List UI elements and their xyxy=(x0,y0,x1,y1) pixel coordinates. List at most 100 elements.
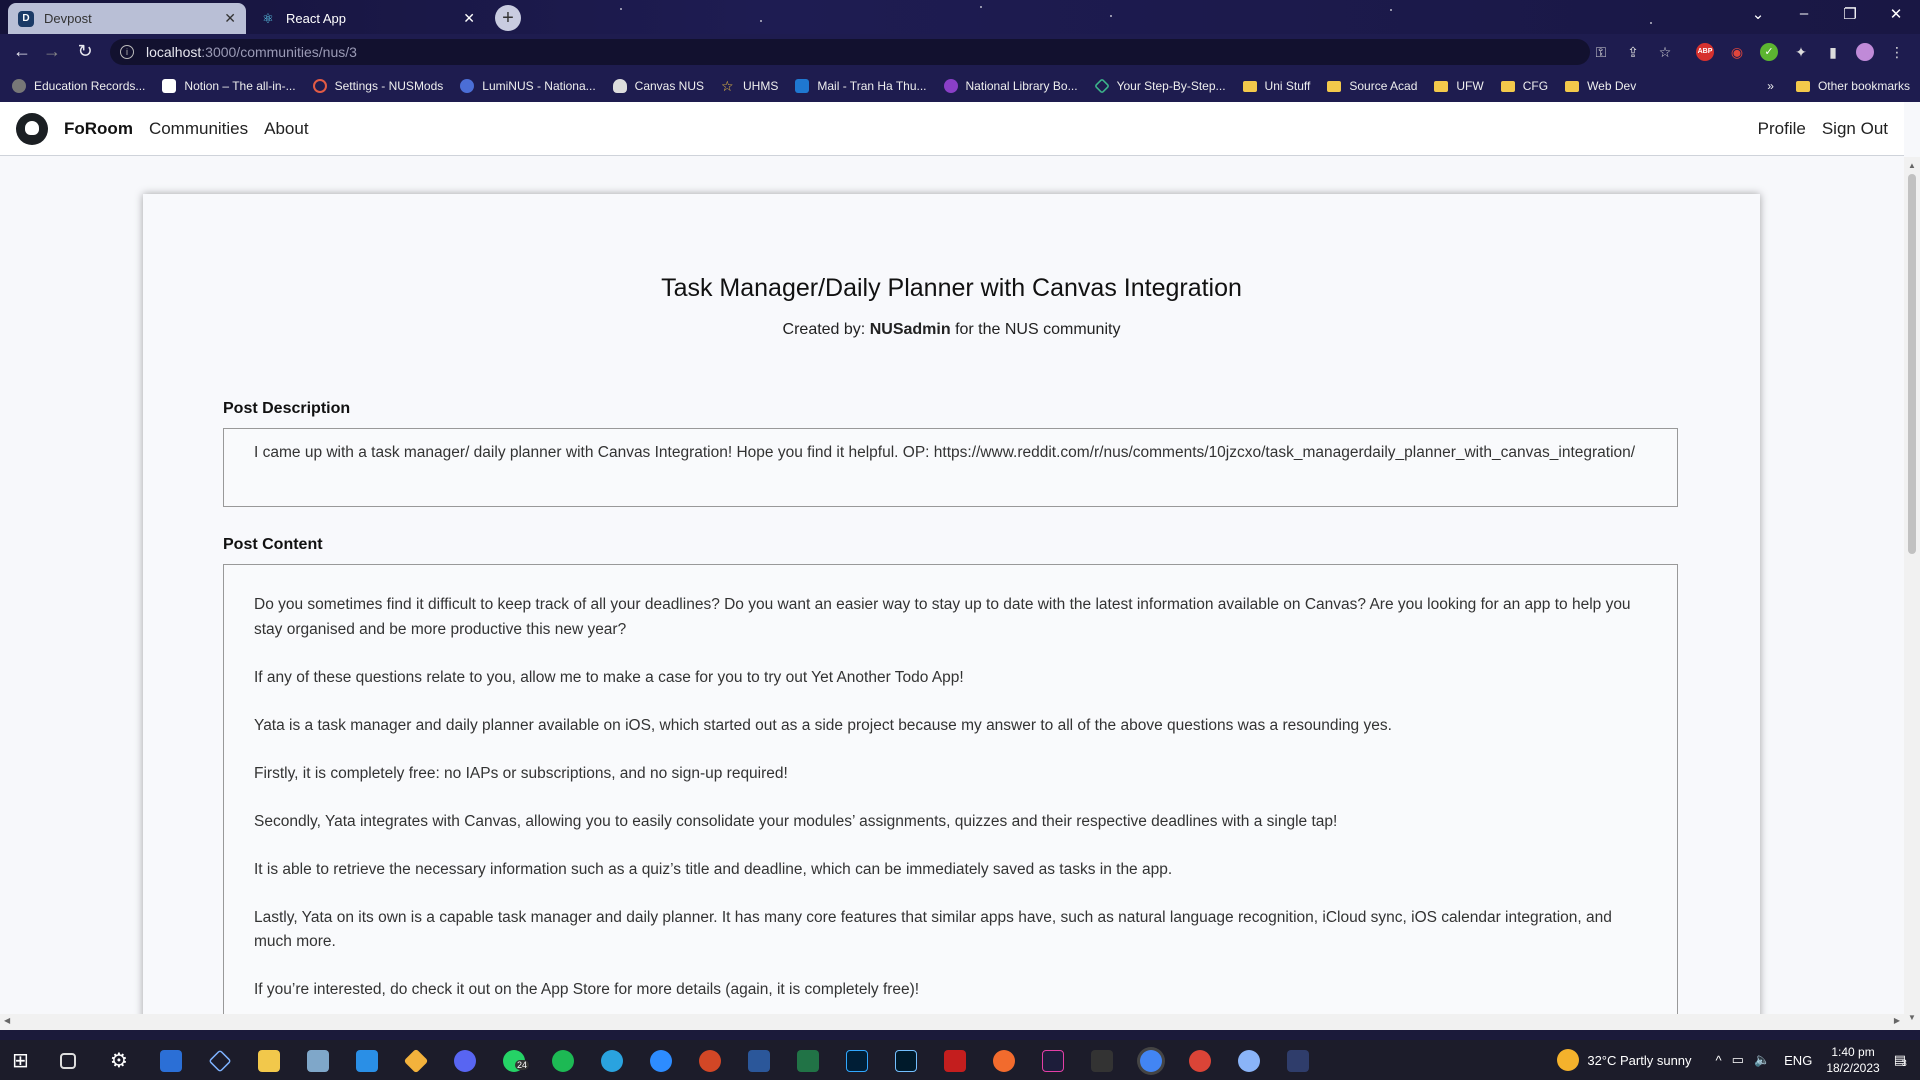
spotify-icon[interactable] xyxy=(552,1050,574,1072)
nav-profile[interactable]: Profile xyxy=(1758,119,1806,139)
telegram-icon[interactable] xyxy=(601,1050,623,1072)
network-icon[interactable]: ▭ xyxy=(1732,1052,1744,1068)
terminal-icon[interactable] xyxy=(1091,1050,1113,1072)
folder-icon xyxy=(1500,80,1515,92)
lightroom-icon[interactable] xyxy=(895,1050,917,1072)
acrobat-icon[interactable] xyxy=(944,1050,966,1072)
remote-desktop-icon[interactable] xyxy=(1287,1050,1309,1072)
bookmark-item[interactable]: Your Step-By-Step... xyxy=(1093,78,1226,94)
chrome-profile-icon[interactable] xyxy=(1189,1050,1211,1072)
language-indicator[interactable]: ENG xyxy=(1784,1053,1812,1068)
postman-icon[interactable] xyxy=(993,1050,1015,1072)
tab-devpost[interactable]: D Devpost ✕ xyxy=(8,3,246,34)
scroll-up-icon[interactable]: ▲ xyxy=(1908,161,1916,170)
tab-title: React App xyxy=(286,11,346,26)
content-paragraph: Do you sometimes find it difficult to ke… xyxy=(254,596,1631,638)
address-bar[interactable]: i localhost:3000/communities/nus/3 xyxy=(110,39,1590,65)
scrollbar-thumb[interactable] xyxy=(1908,174,1916,554)
scroll-down-icon[interactable]: ▼ xyxy=(1908,1013,1916,1022)
bookmark-folder[interactable]: Uni Stuff xyxy=(1242,79,1310,93)
notepad-icon[interactable] xyxy=(307,1050,329,1072)
reload-icon[interactable]: ↻ xyxy=(73,41,97,62)
bookmark-star-icon[interactable]: ☆ xyxy=(1656,43,1674,61)
nav-about[interactable]: About xyxy=(264,119,308,139)
scroll-right-icon[interactable]: ▶ xyxy=(1894,1016,1900,1025)
back-icon[interactable]: ← xyxy=(10,41,34,62)
windows-start-icon[interactable]: ⊞ xyxy=(12,1050,34,1072)
vertical-scrollbar[interactable]: ▲ ▼ xyxy=(1904,157,1920,1030)
address-host: localhost xyxy=(146,44,202,60)
content-label: Post Content xyxy=(223,536,323,553)
minimize-button[interactable]: – xyxy=(1782,5,1826,22)
tab-react-app[interactable]: ⚛ React App ✕ xyxy=(250,3,485,34)
zoom-icon[interactable] xyxy=(650,1050,672,1072)
virtualbox-icon[interactable] xyxy=(208,1049,232,1073)
photoshop-icon[interactable] xyxy=(846,1050,868,1072)
close-tab-icon[interactable]: ✕ xyxy=(463,10,475,27)
bookmark-folder[interactable]: Source Acad xyxy=(1327,79,1417,93)
nav-sign-out[interactable]: Sign Out xyxy=(1822,119,1888,139)
bookmark-item[interactable]: Education Records... xyxy=(12,79,145,93)
close-window-button[interactable]: ✕ xyxy=(1874,5,1918,23)
site-info-icon[interactable]: i xyxy=(120,45,134,59)
weather-icon[interactable] xyxy=(1557,1049,1580,1071)
github-logo-icon[interactable] xyxy=(16,112,48,145)
content-paragraph: Firstly, it is completely free: no IAPs … xyxy=(254,764,788,782)
canvas-icon xyxy=(612,79,627,93)
word-icon[interactable] xyxy=(748,1050,770,1072)
jetbrains-icon[interactable] xyxy=(1042,1050,1064,1072)
windows-taskbar: ⊞ ⚙ 24 32°C Partly sunny ^ ▭ 🔈 ENG 1:40 … xyxy=(0,1040,1920,1080)
devpost-icon: D xyxy=(18,10,34,27)
restore-button[interactable]: ❐ xyxy=(1828,5,1872,23)
bookmark-item[interactable]: LumiNUS - Nationa... xyxy=(460,79,596,93)
brand-link[interactable]: FoRoom xyxy=(64,119,133,139)
horizontal-scrollbar[interactable]: ◀ ▶ xyxy=(0,1014,1904,1030)
excel-icon[interactable] xyxy=(797,1050,819,1072)
tray-chevron-icon[interactable]: ^ xyxy=(1716,1053,1722,1068)
outlook-icon xyxy=(795,79,810,93)
settings-gear-icon[interactable]: ⚙ xyxy=(110,1050,132,1072)
profile-avatar[interactable] xyxy=(1856,43,1874,61)
paint-icon[interactable] xyxy=(1238,1050,1260,1072)
volume-icon[interactable]: 🔈 xyxy=(1754,1052,1770,1068)
bookmark-item[interactable]: Mail - Tran Ha Thu... xyxy=(795,79,927,93)
side-panel-icon[interactable]: ▮ xyxy=(1824,43,1842,61)
menu-kebab-icon[interactable]: ⋮ xyxy=(1888,43,1906,61)
other-bookmarks-folder[interactable]: Other bookmarks xyxy=(1795,79,1910,93)
clock[interactable]: 1:40 pm 18/2/2023 xyxy=(1826,1044,1879,1076)
star-icon: ☆ xyxy=(721,78,734,94)
extension-green-icon[interactable]: ✓ xyxy=(1760,43,1778,61)
bookmark-item[interactable]: Notion – The all-in-... xyxy=(162,79,296,93)
store-icon[interactable] xyxy=(160,1050,182,1072)
scroll-left-icon[interactable]: ◀ xyxy=(4,1016,10,1025)
weather-text[interactable]: 32°C Partly sunny xyxy=(1587,1053,1691,1068)
content-paragraph: It is able to retrieve the necessary inf… xyxy=(254,860,1173,878)
key-icon[interactable]: ⚿ xyxy=(1592,43,1610,61)
tab-search-icon[interactable]: ⌄ xyxy=(1736,5,1780,23)
bookmark-item[interactable]: National Library Bo... xyxy=(943,79,1078,93)
bookmark-folder[interactable]: CFG xyxy=(1500,79,1548,93)
share-icon[interactable]: ⇪ xyxy=(1624,43,1642,61)
extension-red-icon[interactable]: ◉ xyxy=(1728,43,1746,61)
nav-communities[interactable]: Communities xyxy=(149,119,248,139)
bookmark-item[interactable]: ☆ UHMS xyxy=(721,79,778,93)
vscode-icon[interactable] xyxy=(356,1050,378,1072)
forward-icon[interactable]: → xyxy=(40,41,64,62)
discord-icon[interactable] xyxy=(454,1050,476,1072)
bookmark-folder[interactable]: Web Dev xyxy=(1565,79,1636,93)
close-tab-icon[interactable]: ✕ xyxy=(224,10,236,27)
notification-icon[interactable]: ▤ 3 xyxy=(1894,1052,1907,1068)
powerpoint-icon[interactable] xyxy=(699,1050,721,1072)
bookmark-folder[interactable]: UFW xyxy=(1434,79,1484,93)
bookmark-item[interactable]: Settings - NUSMods xyxy=(312,79,443,93)
chrome-icon[interactable] xyxy=(1140,1050,1162,1072)
whatsapp-icon[interactable]: 24 xyxy=(503,1050,530,1072)
new-tab-button[interactable]: + xyxy=(495,5,521,31)
task-view-icon[interactable] xyxy=(60,1053,76,1069)
extensions-puzzle-icon[interactable]: ✦ xyxy=(1792,43,1810,61)
adblock-icon[interactable]: ABP xyxy=(1696,43,1714,61)
git-kraken-icon[interactable] xyxy=(403,1048,429,1074)
bookmark-item[interactable]: Canvas NUS xyxy=(612,79,704,93)
file-explorer-icon[interactable] xyxy=(258,1050,280,1072)
bookmarks-overflow-icon[interactable]: » xyxy=(1767,79,1774,93)
